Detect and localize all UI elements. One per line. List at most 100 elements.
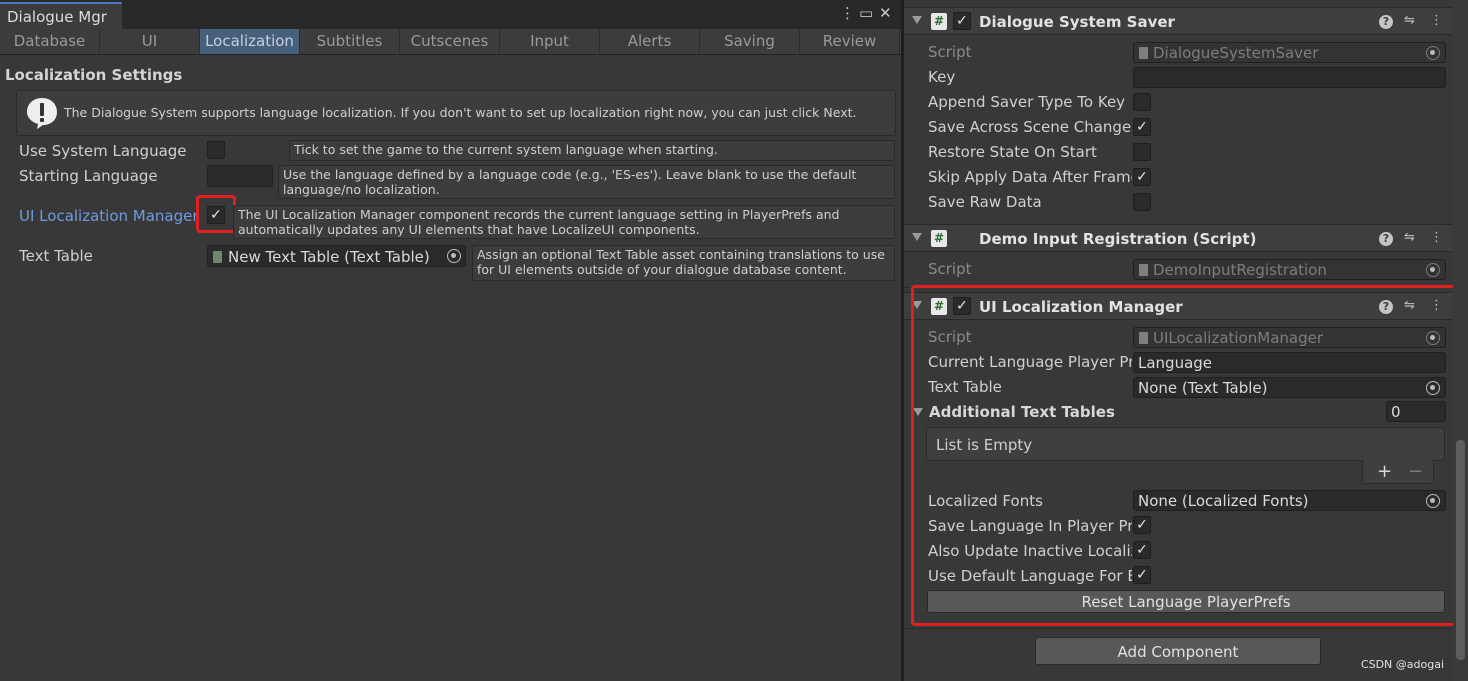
script-add-icon: # <box>931 298 947 315</box>
remove-element-icon[interactable]: − <box>1408 461 1423 482</box>
skip-apply-data-label: Skip Apply Data After Frame <box>928 168 1132 186</box>
object-picker-icon[interactable] <box>1426 381 1440 395</box>
preset-icon[interactable]: ⇋ <box>1404 13 1415 29</box>
ui-loc-text-table-field[interactable]: None (Text Table) <box>1133 377 1446 398</box>
use-system-language-checkbox[interactable] <box>207 141 225 159</box>
tab-review[interactable]: Review <box>800 29 900 54</box>
ui-localization-manager-checkbox[interactable]: ✓ <box>207 206 225 224</box>
component-header-demo-input[interactable]: # Demo Input Registration (Script) ? ⇋ ⋮ <box>904 224 1454 252</box>
ui-localization-manager-label[interactable]: UI Localization Manager <box>19 207 199 225</box>
saver-script-field: DialogueSystemSaver <box>1133 42 1446 63</box>
text-table-tip-line2: for UI elements outside of your dialogue… <box>477 262 847 277</box>
preset-icon[interactable]: ⇋ <box>1404 230 1415 246</box>
help-icon[interactable]: ? <box>1379 232 1393 246</box>
tab-input[interactable]: Input <box>500 29 600 54</box>
localized-fonts-field[interactable]: None (Localized Fonts) <box>1133 490 1446 511</box>
text-table-field[interactable]: New Text Table (Text Table) <box>207 245 466 267</box>
save-raw-data-label: Save Raw Data <box>928 193 1042 211</box>
info-helpbox: The Dialogue System supports language lo… <box>16 90 896 136</box>
default-language-checkbox[interactable]: ✓ <box>1133 566 1151 584</box>
default-language-label: Use Default Language For Blank Translati… <box>928 567 1132 585</box>
saver-script-label: Script <box>928 43 972 61</box>
watermark: CSDN @adogai <box>1360 658 1444 671</box>
additional-tables-foldout-icon[interactable] <box>913 408 923 416</box>
component-header-saver[interactable]: # ✓ Dialogue System Saver ? ⇋ ⋮ <box>904 7 1454 35</box>
inspector-panel: # ✓ Dialogue System Saver ? ⇋ ⋮ Script D… <box>904 0 1468 681</box>
reset-language-button[interactable]: Reset Language PlayerPrefs <box>927 590 1445 613</box>
ui-loc-script-value: UILocalizationManager <box>1153 329 1323 347</box>
object-picker-icon <box>1426 46 1440 60</box>
component-header-ui-localization-manager[interactable]: # ✓ UI Localization Manager ? ⇋ ⋮ <box>904 292 1454 320</box>
save-across-scene-checkbox[interactable]: ✓ <box>1133 118 1151 136</box>
starting-language-input[interactable] <box>207 165 273 187</box>
add-element-icon[interactable]: + <box>1377 461 1392 482</box>
ui-loc-enabled-checkbox[interactable]: ✓ <box>953 297 971 315</box>
tab-subtitles[interactable]: Subtitles <box>300 29 400 54</box>
tab-database[interactable]: Database <box>0 29 100 54</box>
list-empty-box: List is Empty <box>926 427 1445 461</box>
script-icon: # <box>931 230 947 247</box>
key-input[interactable] <box>1133 67 1446 88</box>
preset-icon[interactable]: ⇋ <box>1404 298 1415 314</box>
object-picker-icon[interactable] <box>1426 494 1440 508</box>
object-picker-icon[interactable] <box>447 249 461 263</box>
close-icon[interactable]: ✕ <box>879 4 892 22</box>
saver-script-value: DialogueSystemSaver <box>1153 44 1319 62</box>
localized-fonts-value: None (Localized Fonts) <box>1138 492 1309 510</box>
object-picker-icon <box>1426 263 1440 277</box>
add-component-button[interactable]: Add Component <box>1035 637 1321 665</box>
scroll-thumb[interactable] <box>1456 440 1465 660</box>
component-title: Dialogue System Saver <box>979 13 1175 31</box>
object-picker-icon <box>1426 331 1440 345</box>
ui-localization-manager-tip-line1: The UI Localization Manager component re… <box>238 207 840 222</box>
saver-enabled-checkbox[interactable]: ✓ <box>953 12 971 30</box>
text-table-label: Text Table <box>19 247 93 265</box>
ui-loc-text-table-label: Text Table <box>928 378 1002 396</box>
foldout-arrow-icon[interactable] <box>912 16 922 24</box>
current-language-key-input[interactable]: Language <box>1133 352 1446 373</box>
restore-state-checkbox[interactable] <box>1133 143 1151 161</box>
ui-localization-manager-tip-line2: automatically updates any UI elements th… <box>238 222 700 237</box>
component-menu-icon[interactable]: ⋮ <box>1430 298 1443 314</box>
additional-tables-label[interactable]: Additional Text Tables <box>929 403 1133 421</box>
update-inactive-checkbox[interactable]: ✓ <box>1133 541 1151 559</box>
window-menu-icon[interactable]: ⋮ <box>840 4 855 22</box>
maximize-icon[interactable]: ▭ <box>859 4 873 22</box>
demo-input-script-label: Script <box>928 260 972 278</box>
helpbox-text: The Dialogue System supports language lo… <box>64 105 857 120</box>
tab-localization[interactable]: Localization <box>200 29 300 54</box>
demo-input-script-field: DemoInputRegistration <box>1133 259 1446 280</box>
script-asset-icon <box>1139 264 1148 276</box>
additional-tables-count[interactable]: 0 <box>1386 401 1446 422</box>
demo-input-script-value: DemoInputRegistration <box>1153 261 1327 279</box>
save-language-checkbox[interactable]: ✓ <box>1133 516 1151 534</box>
tab-alerts[interactable]: Alerts <box>600 29 700 54</box>
tab-cutscenes[interactable]: Cutscenes <box>400 29 500 54</box>
text-table-tip: Assign an optional Text Table asset cont… <box>472 245 895 281</box>
section-title: Localization Settings <box>5 66 183 84</box>
ui-loc-script-label: Script <box>928 328 972 346</box>
append-saver-type-checkbox[interactable] <box>1133 93 1151 111</box>
script-icon: # <box>931 13 947 30</box>
dialogue-manager-window: Dialogue Mgr ⋮ ▭ ✕ Database UI Localizat… <box>0 0 901 681</box>
window-titlebar: Dialogue Mgr ⋮ ▭ ✕ <box>0 0 901 29</box>
component-menu-icon[interactable]: ⋮ <box>1430 13 1443 29</box>
window-title-tab[interactable]: Dialogue Mgr <box>0 2 122 29</box>
component-separator <box>904 287 1454 288</box>
tab-saving[interactable]: Saving <box>700 29 800 54</box>
help-icon[interactable]: ? <box>1379 15 1393 29</box>
component-title: Demo Input Registration (Script) <box>979 230 1257 248</box>
skip-apply-data-checkbox[interactable]: ✓ <box>1133 168 1151 186</box>
script-asset-icon <box>1139 47 1148 59</box>
use-system-language-tip: Tick to set the game to the current syst… <box>289 140 895 161</box>
wizard-tabbar: Database UI Localization Subtitles Cutsc… <box>0 29 901 55</box>
help-icon[interactable]: ? <box>1379 300 1393 314</box>
inspector-scrollbar[interactable] <box>1453 0 1468 681</box>
foldout-arrow-icon[interactable] <box>912 233 922 241</box>
tab-ui[interactable]: UI <box>100 29 200 54</box>
save-across-scene-label: Save Across Scene Changes <box>928 118 1132 136</box>
component-menu-icon[interactable]: ⋮ <box>1430 230 1443 246</box>
save-raw-data-checkbox[interactable] <box>1133 193 1151 211</box>
ui-localization-manager-tip: The UI Localization Manager component re… <box>233 205 895 239</box>
foldout-arrow-icon[interactable] <box>912 301 922 309</box>
